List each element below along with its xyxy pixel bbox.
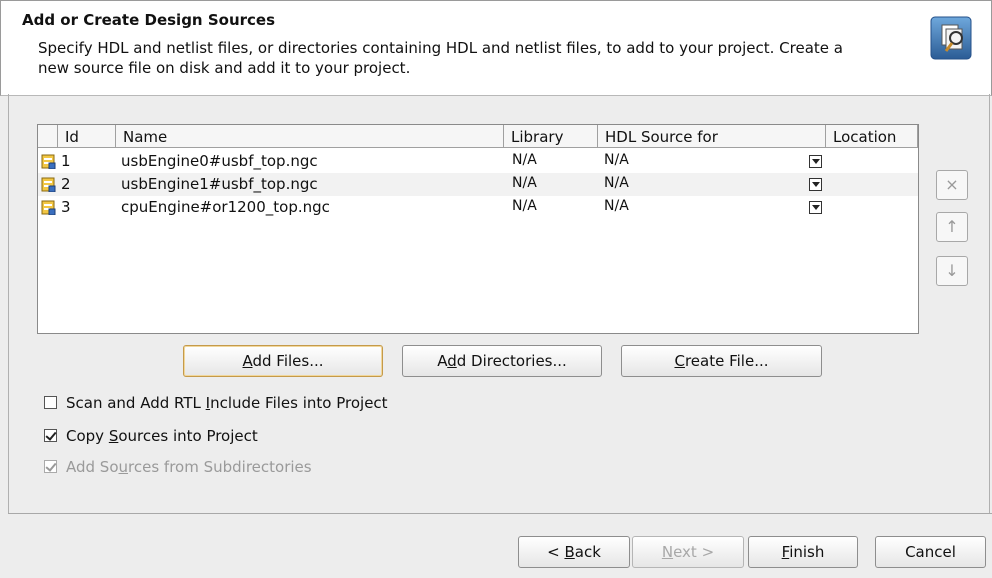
move-up-icon: ↑ — [945, 217, 959, 236]
create-file-button[interactable]: Create File... — [621, 345, 822, 377]
cancel-button[interactable]: Cancel — [875, 536, 986, 568]
row-name: usbEngine0#usbf_top.ngc — [121, 152, 318, 170]
hdl-source-dropdown[interactable] — [809, 178, 822, 191]
row-hdl-source-for: N/A — [604, 175, 629, 191]
row-name: cpuEngine#or1200_top.ngc — [121, 198, 330, 216]
move-up-button[interactable]: ↑ — [936, 212, 968, 242]
row-id: 2 — [61, 175, 71, 193]
column-header-library[interactable]: Library — [504, 125, 598, 148]
table-row[interactable]: 2 usbEngine1#usbf_top.ngc N/A N/A — [38, 173, 918, 196]
scan-rtl-include-checkbox[interactable] — [44, 396, 57, 409]
add-subdirectories-label: Add Sources from Subdirectories — [66, 458, 312, 476]
row-hdl-source-for: N/A — [604, 152, 629, 168]
finish-button[interactable]: Finish — [748, 536, 858, 568]
move-down-button[interactable]: ↓ — [936, 256, 968, 286]
row-library: N/A — [512, 175, 537, 191]
row-library: N/A — [512, 198, 537, 214]
column-header-id[interactable]: Id — [58, 125, 116, 148]
column-header-icon — [38, 125, 58, 148]
table-row[interactable]: 3 cpuEngine#or1200_top.ngc N/A N/A — [38, 196, 918, 219]
remove-source-button[interactable]: × — [936, 170, 968, 200]
row-name: usbEngine1#usbf_top.ngc — [121, 175, 318, 193]
copy-sources-label: Copy Sources into Project — [66, 427, 258, 445]
copy-sources-checkbox[interactable] — [44, 429, 57, 442]
add-subdirectories-checkbox — [44, 460, 57, 473]
row-hdl-source-for: N/A — [604, 198, 629, 214]
page-description: Specify HDL and netlist files, or direct… — [38, 39, 843, 77]
row-id: 3 — [61, 198, 71, 216]
add-sources-wizard-icon — [930, 16, 972, 60]
back-button[interactable]: < Back — [518, 536, 630, 568]
page-title: Add or Create Design Sources — [22, 11, 276, 29]
row-library: N/A — [512, 152, 537, 168]
wizard-header: Add or Create Design Sources Specify HDL… — [0, 0, 992, 96]
next-button: Next > — [632, 536, 744, 568]
sources-table[interactable]: Id Name Library HDL Source for Location … — [37, 124, 919, 334]
add-files-button[interactable]: Add Files... — [183, 345, 383, 377]
move-down-icon: ↓ — [945, 261, 959, 280]
scan-rtl-include-label: Scan and Add RTL Include Files into Proj… — [66, 394, 388, 412]
netlist-file-icon — [41, 154, 56, 170]
column-header-name[interactable]: Name — [116, 125, 504, 148]
hdl-source-dropdown[interactable] — [809, 201, 822, 214]
table-row[interactable]: 1 usbEngine0#usbf_top.ngc N/A N/A — [38, 150, 918, 173]
hdl-source-dropdown[interactable] — [809, 155, 822, 168]
table-header: Id Name Library HDL Source for Location — [38, 125, 918, 150]
column-header-hdl-source-for[interactable]: HDL Source for — [598, 125, 826, 148]
netlist-file-icon — [41, 177, 56, 193]
add-directories-button[interactable]: Add Directories... — [402, 345, 602, 377]
footer-divider — [8, 513, 992, 514]
netlist-file-icon — [41, 200, 56, 216]
column-header-location[interactable]: Location — [826, 125, 918, 148]
remove-icon: × — [945, 175, 959, 194]
row-id: 1 — [61, 152, 71, 170]
